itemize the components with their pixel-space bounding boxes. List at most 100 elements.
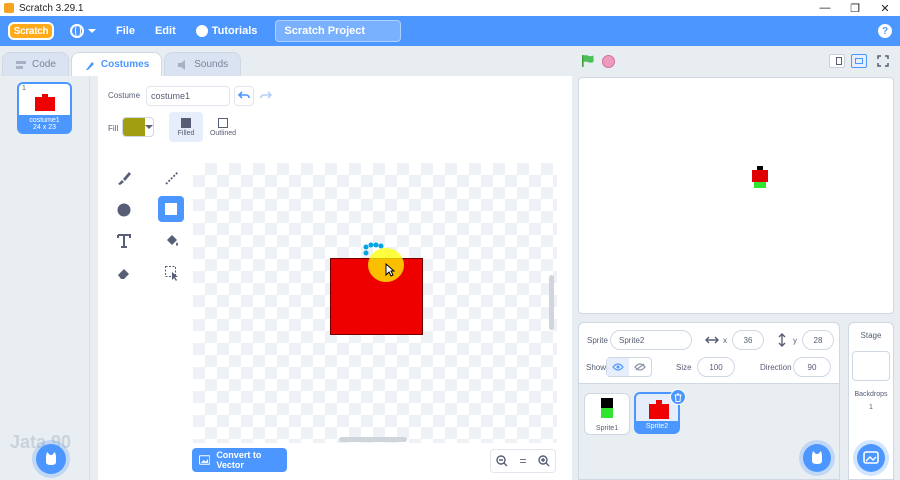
tab-code-label: Code xyxy=(32,59,56,70)
stop-button[interactable] xyxy=(602,55,615,68)
sprite-tile-sprite1[interactable]: Sprite1 xyxy=(584,393,630,435)
stage-sprite[interactable] xyxy=(752,166,768,188)
y-position-input[interactable]: 28 xyxy=(802,330,834,350)
edit-menu[interactable]: Edit xyxy=(145,16,186,46)
menu-bar: Scratch File Edit Tutorials Scratch Proj… xyxy=(0,16,900,46)
image-icon xyxy=(199,455,211,465)
sprite2-name: Sprite2 xyxy=(636,421,678,432)
speaker-icon xyxy=(178,59,186,70)
green-flag-icon[interactable] xyxy=(581,54,595,68)
tab-costumes[interactable]: Costumes xyxy=(70,52,163,76)
outlined-mode-button[interactable]: Outlined xyxy=(206,112,240,142)
project-title-input[interactable]: Scratch Project xyxy=(275,20,402,42)
outlined-square-icon xyxy=(218,117,228,128)
text-icon xyxy=(117,234,131,248)
costume-tile[interactable]: 1 costume1 24 x 23 xyxy=(17,82,72,134)
normal-stage-button[interactable] xyxy=(851,54,867,68)
sprite-name-input[interactable]: Sprite2 xyxy=(610,330,692,350)
small-stage-button[interactable] xyxy=(829,54,845,68)
costume-number: 1 xyxy=(22,85,26,92)
cat-icon xyxy=(812,451,822,464)
mouse-pointer-icon xyxy=(385,263,395,277)
zoom-in-button[interactable] xyxy=(534,451,554,471)
costume-label: Costume xyxy=(108,91,141,100)
window-title: Scratch 3.29.1 xyxy=(19,2,84,14)
show-hidden-button[interactable] xyxy=(629,358,651,376)
choose-sprite-button[interactable] xyxy=(803,444,831,472)
costume-name-label: costume1 24 x 23 xyxy=(19,115,70,132)
tab-costumes-label: Costumes xyxy=(100,59,150,70)
brush-icon xyxy=(118,172,131,185)
convert-label: Convert to Vector xyxy=(216,450,262,470)
help-icon[interactable]: ? xyxy=(878,24,892,38)
stage-canvas[interactable] xyxy=(578,77,894,314)
close-button[interactable]: ✕ xyxy=(870,0,900,16)
minimize-button[interactable]: — xyxy=(810,0,840,16)
show-visible-button[interactable] xyxy=(607,358,629,376)
backdrops-count: 1 xyxy=(869,404,873,411)
select-tool[interactable] xyxy=(159,260,185,286)
undo-button[interactable] xyxy=(234,86,254,106)
language-menu[interactable] xyxy=(60,16,106,46)
line-icon xyxy=(165,171,179,185)
trash-icon xyxy=(674,393,682,402)
restore-button[interactable]: ❐ xyxy=(840,0,870,16)
choose-costume-button[interactable] xyxy=(36,444,66,474)
eraser-tool[interactable] xyxy=(111,260,137,286)
eye-hidden-icon xyxy=(634,363,646,371)
text-tool[interactable] xyxy=(111,228,137,254)
choose-backdrop-button[interactable] xyxy=(857,444,885,472)
costume-name-input[interactable]: costume1 xyxy=(146,86,230,106)
sprite1-thumbnail xyxy=(601,398,613,418)
small-stage-icon xyxy=(836,57,842,65)
show-toggle xyxy=(606,357,652,377)
zoom-reset-button[interactable]: = xyxy=(513,451,533,471)
brush-tool[interactable] xyxy=(111,165,137,191)
redo-icon xyxy=(260,91,272,99)
filled-square-icon xyxy=(181,117,191,128)
redo-button[interactable] xyxy=(256,86,276,106)
undo-icon xyxy=(238,91,250,99)
window-titlebar: Scratch 3.29.1 — ❐ ✕ xyxy=(0,0,900,16)
size-label: Size xyxy=(676,363,692,372)
rectangle-tool[interactable] xyxy=(158,196,184,222)
backdrops-label: Backdrops xyxy=(854,391,888,398)
chevron-down-icon xyxy=(88,29,96,33)
scratch-logo[interactable]: Scratch xyxy=(8,22,54,40)
tab-code[interactable]: Code xyxy=(2,52,69,76)
globe-icon xyxy=(70,24,84,38)
eraser-icon xyxy=(118,269,129,279)
line-tool[interactable] xyxy=(159,165,185,191)
convert-to-vector-button[interactable]: Convert to Vector xyxy=(192,448,287,472)
filled-mode-button[interactable]: Filled xyxy=(169,112,203,142)
fullscreen-icon[interactable] xyxy=(877,55,889,67)
delete-sprite-button[interactable] xyxy=(670,389,686,405)
file-menu[interactable]: File xyxy=(106,16,145,46)
show-label: Show xyxy=(586,363,607,372)
tutorials-menu[interactable]: Tutorials xyxy=(186,16,268,46)
fill-color-picker[interactable] xyxy=(122,117,154,137)
code-icon xyxy=(16,60,26,69)
fill-label: Fill xyxy=(108,124,119,133)
horizontal-arrows-icon xyxy=(705,336,719,344)
fill-tool[interactable] xyxy=(159,228,185,254)
normal-stage-icon xyxy=(855,58,863,64)
outlined-mode-label: Outlined xyxy=(209,129,237,137)
x-position-input[interactable]: 36 xyxy=(732,330,764,350)
x-label: x xyxy=(723,336,727,345)
tab-sounds[interactable]: Sounds xyxy=(164,52,242,76)
stage-title: Stage xyxy=(860,331,882,340)
costume-size: 24 x 23 xyxy=(33,124,56,131)
zoom-out-button[interactable] xyxy=(492,451,512,471)
vertical-scrollbar[interactable] xyxy=(549,275,554,330)
size-input[interactable]: 100 xyxy=(697,357,735,377)
direction-input[interactable]: 90 xyxy=(793,357,831,377)
direction-label: Direction xyxy=(760,363,792,372)
zoom-in-icon xyxy=(538,455,550,467)
horizontal-scrollbar[interactable] xyxy=(339,437,407,442)
circle-tool[interactable] xyxy=(111,197,137,223)
editor-tabs: Code Costumes Sounds xyxy=(0,52,242,76)
rectangle-icon xyxy=(165,203,177,215)
stage-thumbnail xyxy=(852,351,890,381)
sprite2-thumbnail xyxy=(649,400,669,419)
